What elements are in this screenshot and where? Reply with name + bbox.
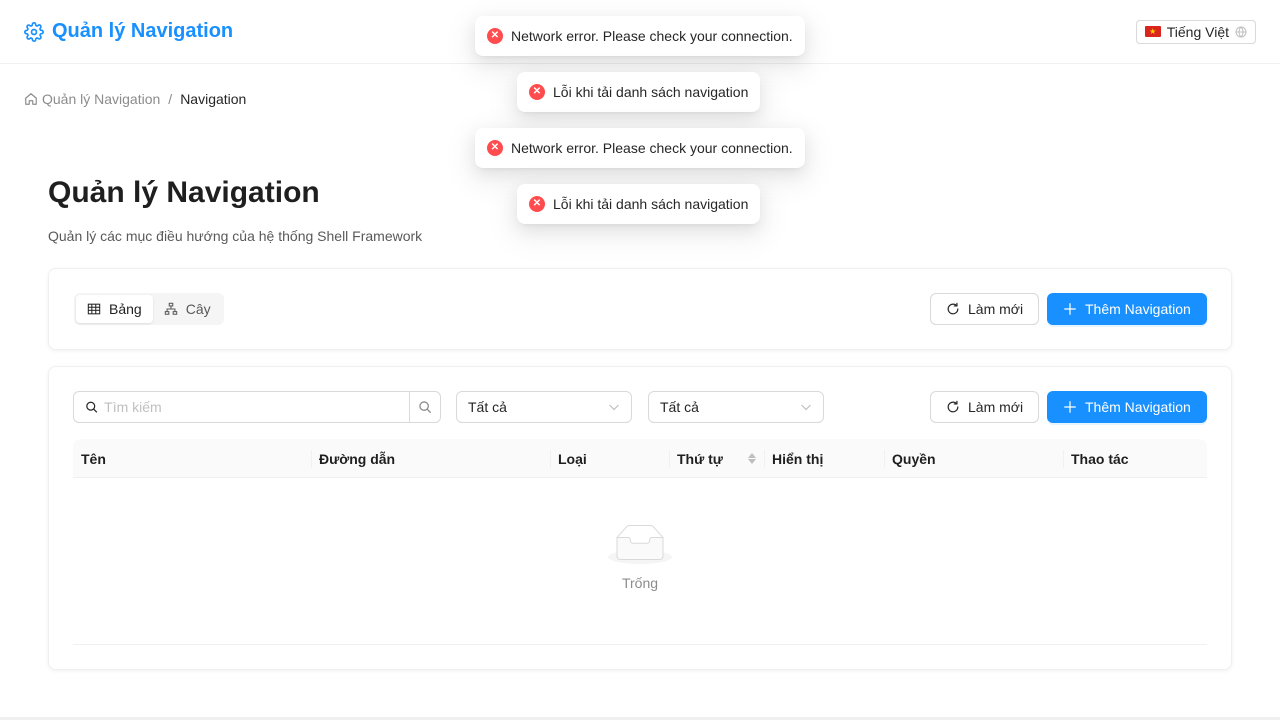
close-circle-icon: ✕ <box>487 28 503 44</box>
table-add-navigation-button[interactable]: Thêm Navigation <box>1047 391 1207 423</box>
search-icon <box>86 401 98 413</box>
column-header-permission: Quyền <box>892 450 936 467</box>
vietnam-flag-icon <box>1144 26 1161 37</box>
view-toggle-tree-label: Cây <box>185 301 211 317</box>
chevron-down-icon <box>801 404 811 411</box>
search-field[interactable] <box>73 391 409 423</box>
table-header: Tên Đường dẫn Loại Thứ tự Hiển thị Quyền… <box>73 439 1207 478</box>
language-selector[interactable]: Tiếng Việt <box>1135 19 1256 44</box>
page-title: Quản lý Navigation <box>48 176 320 209</box>
refresh-button-label: Làm mới <box>968 301 1024 317</box>
page-subtitle: Quản lý các mục điều hướng của hệ thống … <box>48 228 423 244</box>
toast-message: Network error. Please check your connect… <box>511 28 793 44</box>
chevron-down-icon <box>609 404 619 411</box>
home-icon <box>25 93 37 105</box>
table-refresh-button[interactable]: Làm mới <box>930 391 1040 423</box>
table-add-navigation-button-label: Thêm Navigation <box>1085 399 1191 415</box>
plus-icon <box>1064 303 1076 315</box>
view-toggle: Bảng Cây <box>74 293 224 325</box>
language-label: Tiếng Việt <box>1166 23 1229 40</box>
search-group <box>73 391 441 423</box>
search-button[interactable] <box>409 391 441 423</box>
error-toast: ✕ Lỗi khi tải danh sách navigation <box>517 184 761 224</box>
breadcrumb-parent-label: Quản lý Navigation <box>42 91 161 107</box>
column-header-actions: Thao tác <box>1071 450 1129 467</box>
column-header-path: Đường dẫn <box>319 450 396 467</box>
gear-icon <box>24 21 44 42</box>
toast-message: Network error. Please check your connect… <box>511 140 793 156</box>
column-header-visible: Hiển thị <box>772 450 824 467</box>
brand[interactable]: Quản lý Navigation <box>24 20 233 43</box>
app-title: Quản lý Navigation <box>52 20 234 42</box>
reload-icon <box>947 400 959 413</box>
view-toggle-table[interactable]: Bảng <box>76 295 153 323</box>
column-header-type: Loại <box>558 450 587 467</box>
plus-icon <box>1064 401 1076 413</box>
breadcrumb-separator: / <box>168 91 173 107</box>
type-filter-select[interactable]: Tất cả <box>456 391 632 423</box>
toast-message: Lỗi khi tải danh sách navigation <box>553 196 749 212</box>
view-toggle-table-label: Bảng <box>109 301 142 317</box>
close-circle-icon: ✕ <box>529 196 545 212</box>
globe-icon <box>1235 25 1247 38</box>
breadcrumb: Quản lý Navigation / Navigation <box>24 89 246 109</box>
breadcrumb-current: Navigation <box>180 91 247 107</box>
empty-text: Trống <box>621 575 659 591</box>
view-toggle-tree[interactable]: Cây <box>153 295 222 323</box>
close-circle-icon: ✕ <box>487 140 503 156</box>
view-toolbar-card: Bảng Cây Làm mới Thêm Navigation <box>48 268 1232 350</box>
error-toast: ✕ Lỗi khi tải danh sách navigation <box>517 72 761 112</box>
column-header-name: Tên <box>81 450 106 467</box>
error-toast: ✕ Network error. Please check your conne… <box>475 128 805 168</box>
tree-icon <box>164 302 177 315</box>
sort-icon[interactable] <box>748 453 756 464</box>
table-empty-state: Trống <box>73 478 1207 645</box>
type-filter-value: Tất cả <box>468 399 507 415</box>
table-refresh-button-label: Làm mới <box>968 399 1024 415</box>
column-header-order[interactable]: Thứ tự <box>669 439 764 478</box>
error-toast: ✕ Network error. Please check your conne… <box>475 16 805 56</box>
close-circle-icon: ✕ <box>529 84 545 100</box>
visibility-filter-value: Tất cả <box>660 399 699 415</box>
empty-inbox-icon <box>608 525 672 564</box>
search-input[interactable] <box>104 399 398 415</box>
table-icon <box>87 303 101 315</box>
breadcrumb-parent[interactable]: Quản lý Navigation <box>24 91 160 107</box>
reload-icon <box>947 302 959 315</box>
refresh-button[interactable]: Làm mới <box>930 293 1040 325</box>
navigation-table-card: Tất cả Tất cả Làm mới Thêm Navigation Tê… <box>48 366 1232 670</box>
add-navigation-button-label: Thêm Navigation <box>1085 301 1191 317</box>
search-icon <box>419 401 431 413</box>
toast-message: Lỗi khi tải danh sách navigation <box>553 84 749 100</box>
add-navigation-button[interactable]: Thêm Navigation <box>1047 293 1207 325</box>
visibility-filter-select[interactable]: Tất cả <box>648 391 824 423</box>
